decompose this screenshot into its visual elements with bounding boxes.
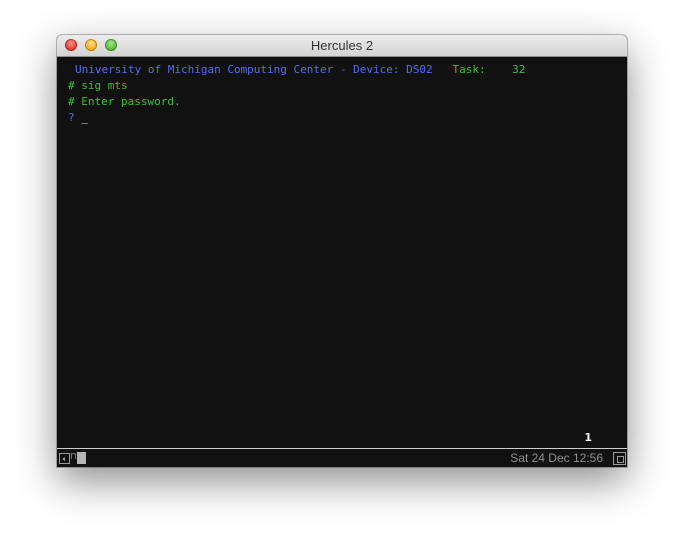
terminal-line-header: University of Michigan Computing Center … bbox=[75, 63, 525, 77]
input-mode-icon[interactable] bbox=[59, 453, 70, 464]
terminal-line-input[interactable]: ? _ bbox=[68, 111, 88, 125]
status-datetime: Sat 24 Dec 12:56 bbox=[510, 451, 603, 465]
window-title: Hercules 2 bbox=[310, 38, 374, 53]
keyboard-lock-indicator bbox=[77, 452, 86, 464]
terminal-line-password-prompt: # Enter password. bbox=[68, 95, 181, 108]
terminal-screen[interactable]: University of Michigan Computing Center … bbox=[57, 57, 627, 447]
lock-icon: ⊓ bbox=[70, 452, 78, 462]
page-number: 1 bbox=[584, 431, 592, 444]
status-bar: ⊓ Sat 24 Dec 12:56 bbox=[57, 448, 627, 467]
resize-window-icon[interactable] bbox=[613, 452, 626, 465]
task-label: Task: bbox=[452, 63, 486, 76]
terminal-window: Hercules 2 University of Michigan Comput… bbox=[57, 35, 627, 467]
input-prompt: ? bbox=[68, 111, 82, 124]
task-value: 32 bbox=[512, 63, 526, 76]
header-text: University of Michigan Computing Center … bbox=[75, 63, 433, 76]
terminal-line-command: # sig mts bbox=[68, 79, 128, 92]
text-cursor: _ bbox=[81, 111, 88, 124]
title-bar[interactable]: Hercules 2 bbox=[57, 35, 627, 57]
